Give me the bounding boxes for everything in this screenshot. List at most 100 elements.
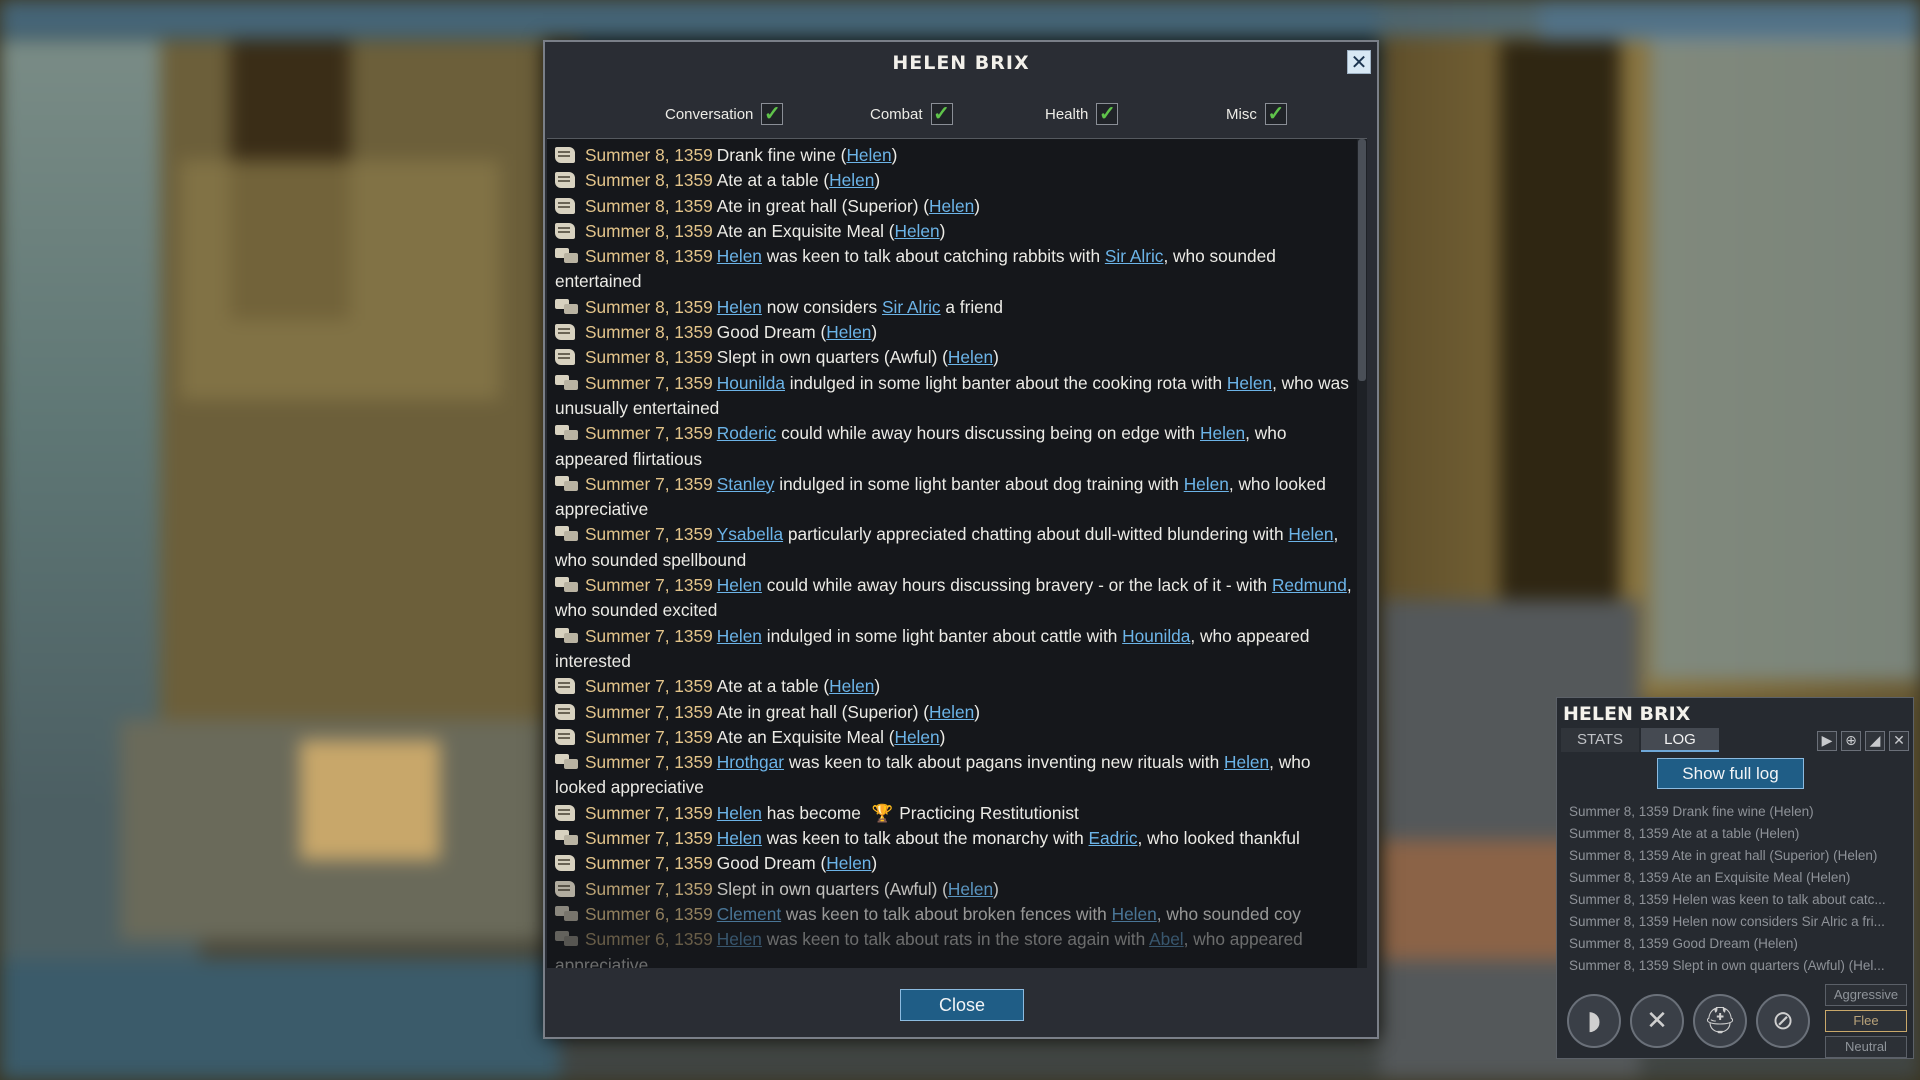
- character-link[interactable]: Helen: [894, 727, 939, 747]
- entry-text: now considers: [761, 296, 882, 317]
- character-link[interactable]: Helen: [826, 853, 871, 873]
- next-icon[interactable]: ▶: [1817, 731, 1837, 751]
- chat-icon: [555, 830, 579, 846]
- character-link[interactable]: Helen: [717, 297, 762, 317]
- chat-icon: [555, 374, 579, 391]
- stance-flee-button[interactable]: Flee: [1825, 1010, 1907, 1032]
- character-side-panel: HELEN BRIX STATS LOG ▶ ⊕ ◢ ✕ Show full l…: [1556, 697, 1914, 1059]
- filter-combat[interactable]: Combat ✓: [870, 100, 953, 128]
- character-link[interactable]: Helen: [717, 626, 762, 646]
- checkmark-icon[interactable]: ✓: [1264, 103, 1287, 125]
- close-button[interactable]: Close: [900, 989, 1024, 1021]
- entry-text: particularly appreciated chatting about …: [783, 524, 1289, 545]
- character-link[interactable]: Helen: [948, 879, 993, 899]
- scroll-icon: [555, 349, 575, 366]
- character-link[interactable]: Helen: [894, 221, 939, 241]
- chat-icon: [555, 931, 579, 947]
- chat-icon: [555, 298, 579, 315]
- character-link[interactable]: Helen: [717, 246, 762, 266]
- character-link[interactable]: Helen: [1227, 373, 1272, 393]
- tab-log[interactable]: LOG: [1641, 728, 1719, 752]
- helmet-icon[interactable]: ⛑: [1693, 994, 1747, 1048]
- scrollbar-thumb[interactable]: [1358, 139, 1366, 381]
- stance-neutral-button[interactable]: Neutral: [1825, 1036, 1907, 1058]
- recent-log-entry: Summer 8, 1359 Drank fine wine (Helen): [1569, 804, 1814, 819]
- entry-text: Good Dream (: [716, 853, 827, 874]
- entry-text: a friend: [940, 296, 1004, 317]
- target-icon[interactable]: ⊕: [1841, 731, 1861, 751]
- scrollbar[interactable]: [1357, 139, 1367, 968]
- filter-health[interactable]: Health ✓: [1045, 100, 1119, 128]
- filter-conversation[interactable]: Conversation ✓: [665, 100, 784, 128]
- character-link[interactable]: Clement: [717, 904, 781, 924]
- character-link[interactable]: Helen: [829, 676, 874, 696]
- chat-icon: [555, 248, 579, 264]
- entry-text: indulged in some light banter about catt…: [761, 625, 1123, 646]
- entry-date: Summer 8, 1359: [585, 322, 713, 343]
- entry-text: , who looked thankful: [1137, 828, 1300, 849]
- character-link[interactable]: Helen: [1224, 752, 1269, 772]
- character-link[interactable]: Redmund: [1272, 575, 1347, 595]
- log-entry: Summer 8, 1359 Slept in own quarters (Awf…: [555, 345, 1357, 370]
- entry-date: Summer 7, 1359: [585, 676, 713, 697]
- character-link[interactable]: Helen: [929, 702, 974, 722]
- forbid-icon[interactable]: ⊘: [1756, 994, 1810, 1048]
- character-link[interactable]: Sir Alric: [882, 297, 941, 317]
- filter-misc[interactable]: Misc ✓: [1226, 100, 1287, 128]
- character-link[interactable]: Helen: [1184, 474, 1229, 494]
- character-link[interactable]: Eadric: [1089, 828, 1138, 848]
- entry-text: ): [874, 676, 881, 697]
- character-link[interactable]: Ysabella: [717, 524, 783, 544]
- scroll-icon: [555, 728, 575, 745]
- character-link[interactable]: Helen: [1200, 423, 1245, 443]
- character-link[interactable]: Helen: [948, 347, 993, 367]
- show-full-log-button[interactable]: Show full log: [1657, 758, 1804, 789]
- character-link[interactable]: Hounilda: [1122, 626, 1190, 646]
- character-link[interactable]: Helen: [717, 929, 762, 949]
- horn-icon[interactable]: ◗: [1567, 994, 1621, 1048]
- swords-icon[interactable]: ✕: [1630, 994, 1684, 1048]
- character-link[interactable]: Helen: [846, 145, 891, 165]
- character-link[interactable]: Helen: [717, 828, 762, 848]
- log-entry: Summer 7, 1359 Ysabella particularly appr…: [555, 522, 1357, 573]
- entry-text: , who sounded coy: [1156, 903, 1301, 924]
- entry-date: Summer 7, 1359: [585, 828, 713, 849]
- entry-text: Good Dream (: [716, 322, 827, 343]
- close-icon[interactable]: ✕: [1347, 50, 1371, 74]
- entry-text: was keen to talk about pagans inventing …: [784, 752, 1224, 773]
- log-list[interactable]: Summer 8, 1359 Drank fine wine (Helen) Sum…: [547, 138, 1367, 968]
- entry-text: was keen to talk about rats in the store…: [761, 929, 1150, 950]
- chat-icon: [555, 905, 579, 922]
- character-link[interactable]: Abel: [1149, 929, 1184, 949]
- close-icon[interactable]: ✕: [1889, 731, 1909, 751]
- tab-stats[interactable]: STATS: [1561, 728, 1639, 752]
- character-link[interactable]: Helen: [717, 803, 762, 823]
- character-link[interactable]: Hounilda: [717, 373, 785, 393]
- character-link[interactable]: Helen: [826, 322, 871, 342]
- character-link[interactable]: Helen: [929, 196, 974, 216]
- checkmark-icon[interactable]: ✓: [761, 103, 784, 125]
- entry-text: Slept in own quarters (Awful) (: [716, 347, 948, 368]
- log-entry: Summer 6, 1359 Clement was keen to talk a…: [555, 902, 1357, 927]
- scroll-icon: [555, 678, 575, 695]
- recent-log-entry: Summer 8, 1359 Slept in own quarters (Aw…: [1569, 958, 1885, 973]
- character-link[interactable]: Hrothgar: [717, 752, 784, 772]
- log-entry: Summer 8, 1359 Helen now considers Sir Al…: [555, 295, 1357, 320]
- recent-log-list: Summer 8, 1359 Drank fine wine (Helen) Su…: [1569, 801, 1909, 977]
- stance-aggressive-button[interactable]: Aggressive: [1825, 984, 1907, 1006]
- character-link[interactable]: Sir Alric: [1105, 246, 1164, 266]
- entry-text: ): [871, 322, 878, 343]
- character-link[interactable]: Helen: [717, 575, 762, 595]
- character-link[interactable]: Helen: [829, 170, 874, 190]
- entry-date: Summer 7, 1359: [585, 524, 713, 545]
- character-link[interactable]: Roderic: [717, 423, 777, 443]
- checkmark-icon[interactable]: ✓: [1096, 103, 1119, 125]
- character-link[interactable]: Helen: [1288, 524, 1333, 544]
- checkmark-icon[interactable]: ✓: [930, 103, 953, 125]
- entry-date: Summer 7, 1359: [585, 625, 713, 646]
- character-link[interactable]: Stanley: [717, 474, 775, 494]
- chart-icon[interactable]: ◢: [1865, 731, 1885, 751]
- scroll-icon: [555, 324, 575, 341]
- character-link[interactable]: Helen: [1112, 904, 1157, 924]
- character-log-dialog: HELEN BRIX ✕ Conversation ✓ Combat ✓ Hea…: [543, 40, 1379, 1039]
